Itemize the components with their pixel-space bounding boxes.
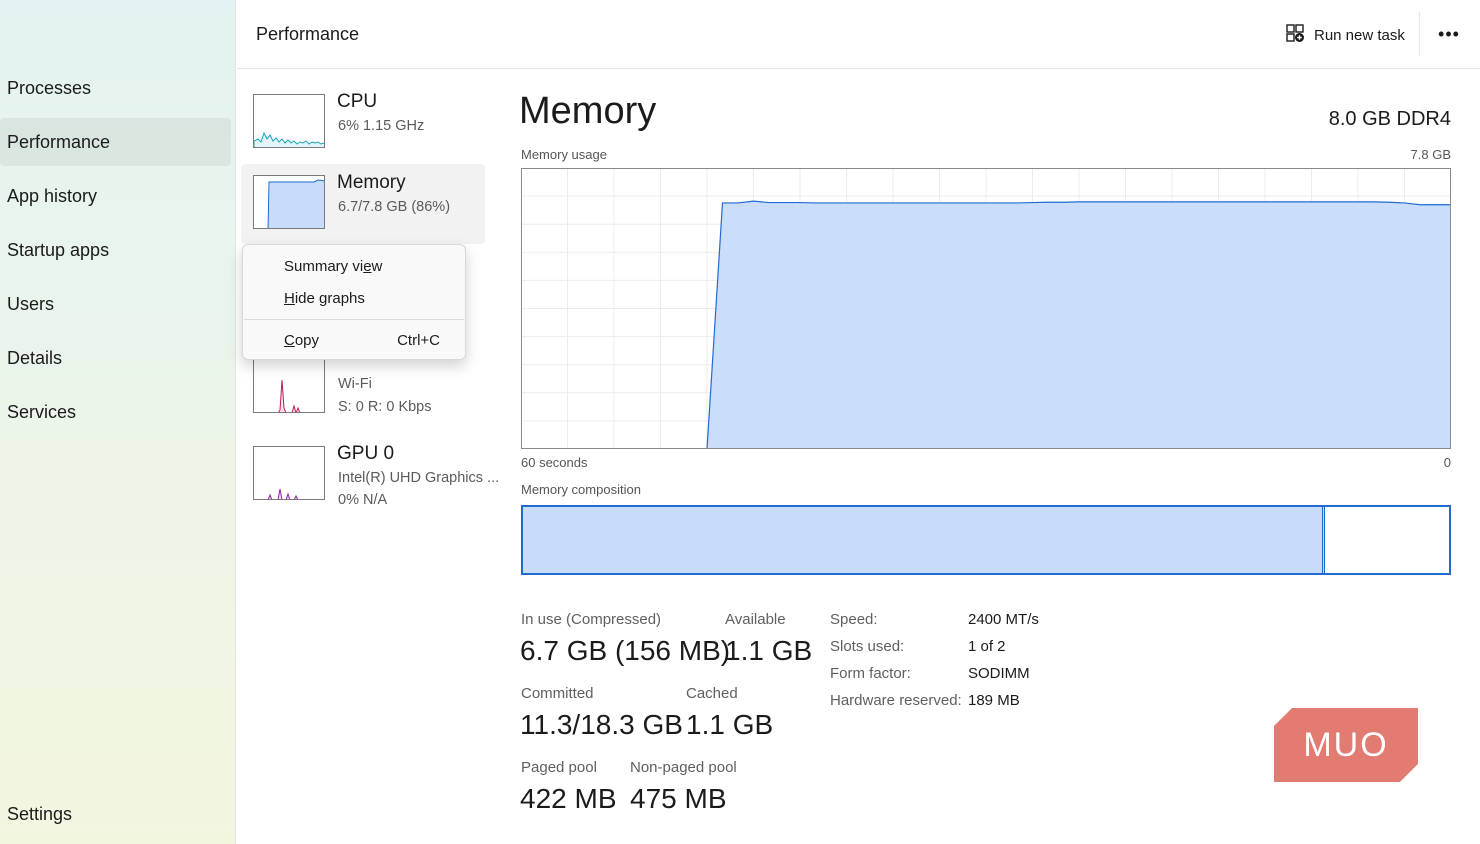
cached-label: Cached bbox=[686, 685, 738, 702]
copy-shortcut: Ctrl+C bbox=[397, 332, 440, 349]
memory-thumbnail-graph bbox=[253, 175, 325, 229]
nav-item-services[interactable]: Services bbox=[0, 388, 231, 436]
slots-used-value: 1 of 2 bbox=[968, 638, 1006, 655]
run-new-task-button[interactable]: Run new task bbox=[1285, 20, 1405, 50]
header-divider bbox=[1419, 12, 1420, 56]
memory-spec: 8.0 GB DDR4 bbox=[1328, 108, 1451, 130]
composition-in-use-segment bbox=[523, 507, 1324, 573]
hardware-reserved-key: Hardware reserved: bbox=[830, 692, 962, 709]
muo-logo: MUO bbox=[1274, 708, 1418, 782]
form-factor-key: Form factor: bbox=[830, 665, 911, 682]
menu-access-key: H bbox=[284, 290, 295, 307]
nonpaged-pool-value: 475 MB bbox=[630, 783, 727, 814]
paged-pool-value: 422 MB bbox=[520, 783, 617, 814]
paged-pool-label: Paged pool bbox=[521, 759, 597, 776]
nav-pane: Processes Performance App history Startu… bbox=[0, 0, 236, 844]
cpu-thumbnail-graph bbox=[253, 94, 325, 148]
nav-item-performance[interactable]: Performance bbox=[0, 118, 231, 166]
device-utilization: 0% N/A bbox=[338, 492, 388, 508]
composition-label: Memory composition bbox=[521, 482, 641, 497]
nav-item-details[interactable]: Details bbox=[0, 334, 231, 382]
menu-item-summary-view[interactable]: Summary view bbox=[284, 258, 382, 275]
menu-item-label: Hide graphs bbox=[284, 290, 365, 307]
menu-item-hide-graphs[interactable]: Hide graphs bbox=[284, 290, 365, 307]
muo-logo-text: MUO bbox=[1303, 726, 1388, 764]
nav-item-startup-apps[interactable]: Startup apps bbox=[0, 226, 231, 274]
device-memory[interactable]: Memory 6.7/7.8 GB (86%) bbox=[241, 164, 485, 244]
committed-label: Committed bbox=[521, 685, 594, 702]
nav-item-processes[interactable]: Processes bbox=[0, 64, 231, 112]
menu-access-key: C bbox=[284, 332, 295, 349]
menu-access-key: e bbox=[363, 258, 372, 275]
memory-composition-bar bbox=[521, 505, 1451, 575]
menu-separator bbox=[244, 319, 464, 320]
cached-value: 1.1 GB bbox=[686, 709, 774, 740]
device-stat: 6.7/7.8 GB (86%) bbox=[338, 199, 451, 215]
gpu-thumbnail-graph bbox=[253, 446, 325, 500]
device-wifi[interactable]: Wi-Fi Wi-Fi S: 0 R: 0 Kbps bbox=[241, 348, 485, 428]
device-stat: 6% 1.15 GHz bbox=[338, 118, 425, 134]
device-name: Memory bbox=[337, 172, 406, 193]
composition-divider bbox=[1321, 507, 1325, 573]
resource-title: Memory bbox=[519, 90, 657, 132]
available-label: Available bbox=[725, 611, 786, 628]
menu-item-label: Copy bbox=[284, 332, 320, 349]
committed-value: 11.3/18.3 GB bbox=[520, 709, 683, 740]
nav-item-settings[interactable]: Settings bbox=[0, 790, 231, 838]
page-title: Performance bbox=[256, 24, 360, 44]
device-name: GPU 0 bbox=[337, 443, 395, 464]
time-axis-right-label: 0 bbox=[1443, 455, 1451, 470]
nav-item-users[interactable]: Users bbox=[0, 280, 231, 328]
more-options-icon[interactable]: ••• bbox=[1435, 20, 1463, 50]
menu-item-copy[interactable]: Copy bbox=[284, 332, 319, 349]
hardware-reserved-value: 189 MB bbox=[968, 692, 1020, 709]
speed-value: 2400 MT/s bbox=[968, 611, 1039, 628]
memory-usage-chart bbox=[521, 168, 1451, 449]
nonpaged-pool-label: Non-paged pool bbox=[630, 759, 737, 776]
device-gpu[interactable]: GPU 0 Intel(R) UHD Graphics ... 0% N/A bbox=[241, 435, 499, 515]
page-header: Performance Run new task ••• bbox=[237, 0, 1480, 69]
context-menu: Summary view Hide graphs Copy Ctrl+C bbox=[242, 244, 466, 360]
device-throughput: S: 0 R: 0 Kbps bbox=[338, 399, 432, 415]
menu-item-label: Summary view bbox=[284, 258, 383, 275]
slots-used-key: Slots used: bbox=[830, 638, 905, 655]
device-stat: Intel(R) UHD Graphics ... bbox=[338, 470, 500, 486]
available-value: 1.1 GB bbox=[725, 635, 813, 666]
time-axis-left-label: 60 seconds bbox=[521, 455, 588, 470]
run-task-icon bbox=[1285, 23, 1305, 47]
device-cpu[interactable]: CPU 6% 1.15 GHz bbox=[241, 83, 485, 163]
usage-label: Memory usage bbox=[521, 147, 607, 162]
wifi-thumbnail-graph bbox=[253, 359, 325, 413]
device-stat: Wi-Fi bbox=[338, 376, 372, 392]
device-name: CPU bbox=[337, 91, 378, 112]
in-use-label: In use (Compressed) bbox=[521, 611, 662, 628]
speed-key: Speed: bbox=[830, 611, 878, 628]
form-factor-value: SODIMM bbox=[968, 665, 1030, 682]
nav-item-app-history[interactable]: App history bbox=[0, 172, 231, 220]
in-use-value: 6.7 GB (156 MB) bbox=[520, 635, 731, 666]
run-new-task-label: Run new task bbox=[1314, 26, 1405, 44]
usage-max-label: 7.8 GB bbox=[1410, 147, 1451, 162]
